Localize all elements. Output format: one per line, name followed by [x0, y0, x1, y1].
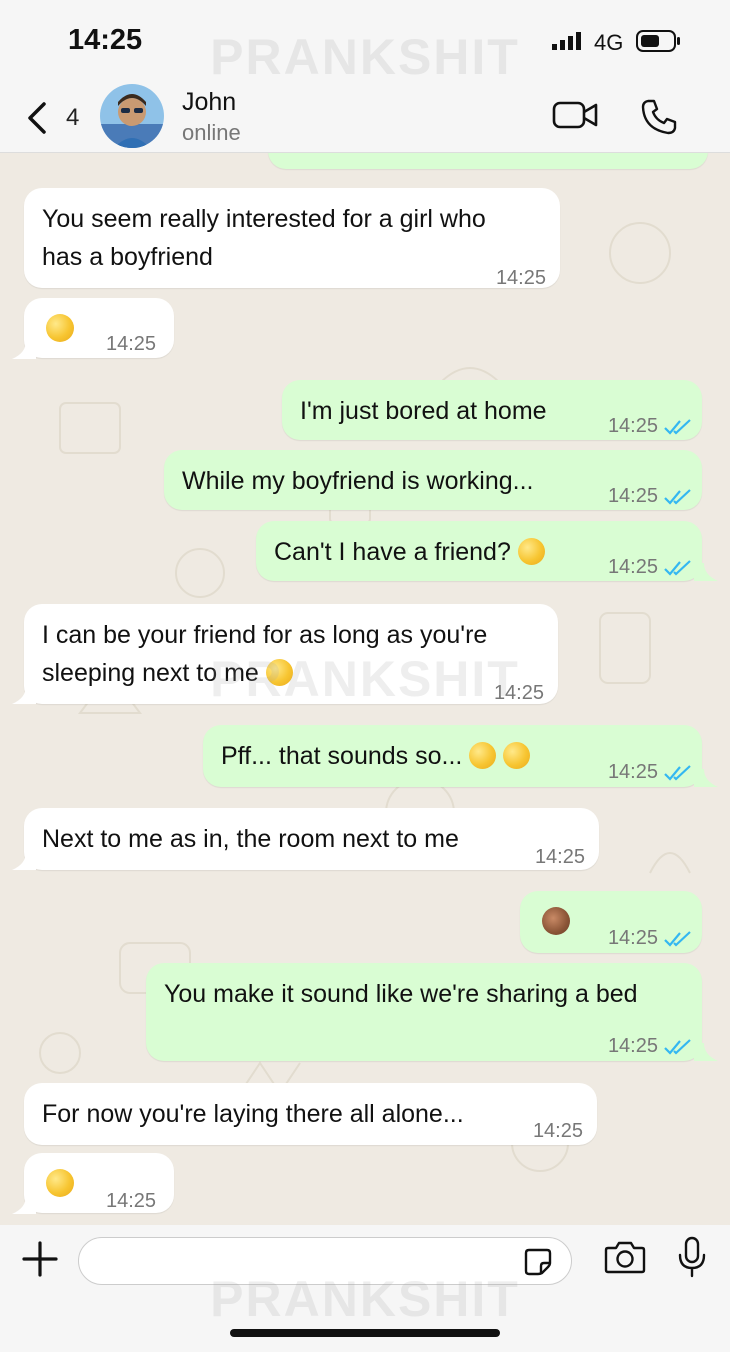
message-bubble-outgoing[interactable]: I'm just bored at home 14:25 — [282, 380, 702, 440]
signal-icon — [552, 32, 581, 50]
message-time: 14:25 — [493, 682, 544, 704]
bubble-tail — [694, 563, 718, 581]
message-meta: 14:25 — [608, 407, 692, 445]
bubble-tail — [12, 852, 36, 870]
message-time: 14:25 — [607, 761, 658, 783]
message-bubble-incoming[interactable]: Next to me as in, the room next to me 14… — [24, 808, 599, 870]
unread-count[interactable]: 4 — [66, 104, 79, 132]
message-bubble-partial[interactable] — [268, 153, 708, 169]
message-meta: 14:25 — [608, 919, 692, 957]
phone-call-icon[interactable] — [640, 98, 678, 136]
message-time: 14:25 — [607, 485, 658, 507]
flushed-face-emoji-icon — [469, 742, 497, 769]
message-text: Next to me as in, the room next to me — [42, 825, 459, 853]
message-text: I'm just bored at home — [300, 397, 547, 425]
message-bubble-outgoing[interactable]: 14:25 — [520, 891, 702, 953]
read-ticks-icon — [664, 559, 691, 576]
status-bar: 14:25 4G — [0, 0, 730, 80]
status-time: 14:25 — [68, 24, 143, 56]
tongue-face-emoji-icon — [46, 1169, 74, 1197]
see-no-evil-monkey-emoji-icon — [542, 907, 570, 935]
rolling-eyes-emoji-icon — [46, 314, 74, 342]
message-bubble-outgoing[interactable]: Can't I have a friend? 14:25 — [256, 521, 702, 581]
hand-over-mouth-emoji-icon — [503, 742, 531, 769]
bubble-tail — [12, 341, 36, 359]
read-ticks-icon — [664, 488, 691, 505]
chat-area[interactable]: You seem really interested for a girl wh… — [0, 153, 730, 1225]
back-chevron-icon[interactable] — [22, 98, 58, 138]
sticker-icon[interactable] — [523, 1247, 553, 1277]
message-text: For now you're laying there all alone... — [42, 1100, 464, 1128]
read-ticks-icon — [664, 418, 691, 435]
bubble-tail — [12, 1196, 36, 1214]
network-type: 4G — [594, 30, 624, 55]
message-time: 14:25 — [607, 415, 658, 437]
message-bubble-incoming[interactable]: I can be your friend for as long as you'… — [24, 604, 558, 704]
contact-status: online — [182, 120, 241, 145]
plus-icon[interactable] — [20, 1239, 60, 1279]
message-bubble-outgoing[interactable]: Pff... that sounds so... 14:25 — [203, 725, 702, 787]
message-time: 14:25 — [607, 556, 658, 578]
message-text: sleeping next to me — [42, 654, 293, 692]
bubble-tail — [694, 769, 718, 787]
message-text: has a boyfriend — [42, 243, 213, 271]
read-ticks-icon — [664, 1038, 691, 1055]
home-indicator[interactable] — [230, 1329, 500, 1337]
bubble-tail — [12, 686, 36, 704]
message-bubble-incoming[interactable]: 14:25 — [24, 298, 174, 358]
message-text: You seem really interested for a girl wh… — [42, 205, 486, 233]
message-meta: 14:25 — [608, 548, 692, 586]
message-bubble-outgoing[interactable]: You make it sound like we're sharing a b… — [146, 963, 702, 1061]
battery-icon — [636, 30, 680, 52]
message-time: 14:25 — [607, 1035, 658, 1057]
message-meta: 14:25 — [608, 753, 692, 791]
message-bubble-incoming[interactable]: 14:25 — [24, 1153, 174, 1213]
message-text: I can be your friend for as long as you'… — [42, 621, 488, 649]
message-input[interactable] — [78, 1237, 572, 1285]
message-time: 14:25 — [495, 267, 546, 289]
message-meta: 14:25 — [608, 477, 692, 515]
contact-name[interactable]: John — [182, 88, 236, 117]
sweat-grin-emoji-icon — [517, 538, 545, 565]
message-text: Pff... that sounds so... — [221, 737, 531, 775]
message-meta: 14:25 — [608, 1027, 692, 1065]
message-text: While my boyfriend is working... — [182, 467, 534, 495]
read-ticks-icon — [664, 764, 691, 781]
video-call-icon[interactable] — [552, 100, 600, 130]
message-time: 14:25 — [106, 333, 157, 355]
message-time: 14:25 — [106, 1190, 157, 1212]
message-bubble-outgoing[interactable]: While my boyfriend is working... 14:25 — [164, 450, 702, 510]
message-text: Can't I have a friend? — [274, 533, 545, 571]
zany-face-emoji-icon — [265, 659, 293, 686]
message-time: 14:25 — [532, 1120, 583, 1142]
chat-header: 4 John online — [0, 80, 730, 153]
message-time: 14:25 — [534, 846, 585, 868]
bubble-tail — [694, 1043, 718, 1061]
message-bubble-incoming[interactable]: You seem really interested for a girl wh… — [24, 188, 560, 289]
read-ticks-icon — [664, 930, 691, 947]
camera-icon[interactable] — [604, 1239, 646, 1275]
message-text: You make it sound like we're sharing a b… — [164, 980, 638, 1008]
avatar[interactable] — [100, 84, 164, 148]
microphone-icon[interactable] — [676, 1235, 708, 1279]
message-bubble-incoming[interactable]: For now you're laying there all alone...… — [24, 1083, 597, 1145]
message-time: 14:25 — [607, 927, 658, 949]
